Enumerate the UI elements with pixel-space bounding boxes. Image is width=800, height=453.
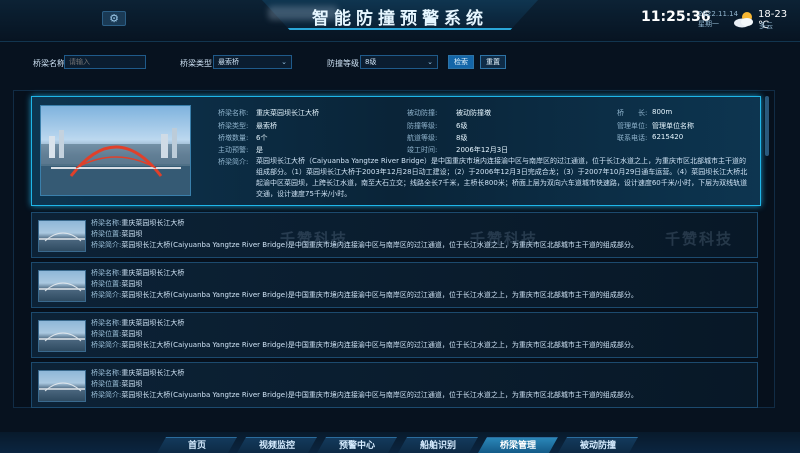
row-location: 菜园坝 — [121, 380, 143, 388]
featured-piers: 6个 — [256, 134, 268, 142]
weather-text: 多云 — [759, 22, 773, 30]
bridge-type-label: 桥梁类型 — [180, 59, 212, 68]
list-item[interactable]: 桥梁名称:重庆菜园坝长江大桥 桥梁位置:菜园坝 桥梁简介:菜园坝长江大桥(Cai… — [31, 312, 758, 358]
tab-passive-defense[interactable]: 被动防撞 — [558, 437, 638, 453]
featured-level: 6级 — [456, 122, 468, 130]
bridge-name-input[interactable] — [64, 55, 146, 69]
scrollbar[interactable] — [765, 96, 769, 156]
list-item[interactable]: 桥梁名称:重庆菜园坝长江大桥 桥梁位置:菜园坝 桥梁简介:菜园坝长江大桥(Cai… — [31, 212, 758, 258]
row-name: 重庆菜园坝长江大桥 — [121, 319, 185, 327]
chevron-down-icon: ⌄ — [427, 58, 433, 66]
row-name: 重庆菜园坝长江大桥 — [121, 219, 185, 227]
row-location: 菜园坝 — [121, 230, 143, 238]
featured-piers-label: 桥墩数量: — [218, 134, 249, 142]
tab-bridge-management[interactable]: 桥梁管理 — [478, 437, 558, 453]
featured-type: 悬索桥 — [256, 122, 277, 130]
watermark: 千赞科技 — [280, 230, 349, 248]
tab-home[interactable]: 首页 — [157, 437, 237, 453]
watermark: 千赞科技 — [665, 230, 734, 248]
row-name-label: 桥梁名称: — [91, 219, 122, 227]
page-title: 智能防撞预警系统 — [312, 9, 488, 29]
row-name-label: 桥梁名称: — [91, 369, 122, 377]
bridge-name-label: 桥梁名称 — [33, 59, 65, 68]
featured-name-label: 桥梁名称: — [218, 109, 249, 117]
row-intro: 菜园坝长江大桥(Caiyuanba Yangtze River Bridge)是… — [121, 391, 638, 399]
list-item[interactable]: 桥梁名称:重庆菜园坝长江大桥 桥梁位置:菜园坝 桥梁简介:菜园坝长江大桥(Cai… — [31, 362, 758, 408]
bridge-thumbnail — [38, 270, 86, 302]
defense-level-value: 8级 — [365, 58, 377, 66]
defense-level-select[interactable]: 8级 ⌄ — [360, 55, 438, 69]
row-intro: 菜园坝长江大桥(Caiyuanba Yangtze River Bridge)是… — [121, 291, 638, 299]
featured-length: 800m — [652, 108, 673, 116]
featured-channel: 8级 — [456, 134, 468, 142]
featured-completed: 2006年12月3日 — [456, 146, 509, 154]
featured-intro-label: 桥梁简介: — [218, 158, 249, 166]
row-location-label: 桥梁位置: — [91, 330, 122, 338]
tab-video[interactable]: 视频监控 — [237, 437, 317, 453]
row-name-label: 桥梁名称: — [91, 269, 122, 277]
row-location-label: 桥梁位置: — [91, 280, 122, 288]
featured-completed-label: 竣工时间: — [407, 146, 438, 154]
watermark: 千赞科技 — [470, 230, 539, 248]
featured-phone-label: 联系电话: — [617, 134, 648, 142]
bridge-thumbnail — [38, 370, 86, 402]
row-name-label: 桥梁名称: — [91, 319, 122, 327]
row-intro-label: 桥梁简介: — [91, 341, 122, 349]
search-button[interactable]: 检索 — [448, 55, 474, 69]
chevron-down-icon: ⌄ — [281, 58, 287, 66]
featured-type-label: 桥梁类型: — [218, 122, 249, 130]
featured-channel-label: 航道等级: — [407, 134, 438, 142]
featured-level-label: 防撞等级: — [407, 122, 438, 130]
defense-level-label: 防撞等级 — [327, 59, 359, 68]
bridge-thumbnail — [38, 220, 86, 252]
bridge-photo — [40, 105, 191, 196]
row-intro-label: 桥梁简介: — [91, 241, 122, 249]
bridge-type-select[interactable]: 悬索桥 ⌄ — [213, 55, 292, 69]
row-name: 重庆菜园坝长江大桥 — [121, 369, 185, 377]
row-intro: 菜园坝长江大桥(Caiyuanba Yangtze River Bridge)是… — [121, 341, 638, 349]
featured-phone: 6215420 — [652, 133, 684, 141]
featured-name: 重庆菜园坝长江大桥 — [256, 109, 319, 117]
reset-button[interactable]: 重置 — [480, 55, 506, 69]
tab-ship-recognition[interactable]: 船舶识别 — [398, 437, 478, 453]
featured-defense-label: 被动防撞: — [407, 109, 438, 117]
row-location: 菜园坝 — [121, 280, 143, 288]
row-name: 重庆菜园坝长江大桥 — [121, 269, 185, 277]
row-intro-label: 桥梁简介: — [91, 391, 122, 399]
list-item[interactable]: 桥梁名称:重庆菜园坝长江大桥 桥梁位置:菜园坝 桥梁简介:菜园坝长江大桥(Cai… — [31, 262, 758, 308]
row-location: 菜园坝 — [121, 330, 143, 338]
gear-icon[interactable]: ⚙ — [102, 11, 126, 26]
featured-defense: 被动防撞墩 — [456, 109, 491, 117]
row-intro: 菜园坝长江大桥(Caiyuanba Yangtze River Bridge)是… — [121, 241, 638, 249]
bridge-thumbnail — [38, 320, 86, 352]
featured-intro: 菜园坝长江大桥（Caiyuanba Yangtze River Bridge）是… — [256, 157, 748, 198]
row-intro-label: 桥梁简介: — [91, 291, 122, 299]
bridge-type-value: 悬索桥 — [218, 58, 239, 66]
featured-alert: 是 — [256, 146, 263, 154]
tab-alerts[interactable]: 预警中心 — [317, 437, 397, 453]
featured-unit: 管理单位名称 — [652, 122, 694, 130]
cloudy-sun-icon — [734, 12, 753, 28]
featured-alert-label: 主动预警: — [218, 146, 249, 154]
weekday: 星期一 — [698, 20, 719, 28]
row-location-label: 桥梁位置: — [91, 380, 122, 388]
featured-unit-label: 管理单位: — [617, 122, 648, 130]
row-location-label: 桥梁位置: — [91, 230, 122, 238]
featured-length-label: 桥 长: — [617, 109, 648, 117]
